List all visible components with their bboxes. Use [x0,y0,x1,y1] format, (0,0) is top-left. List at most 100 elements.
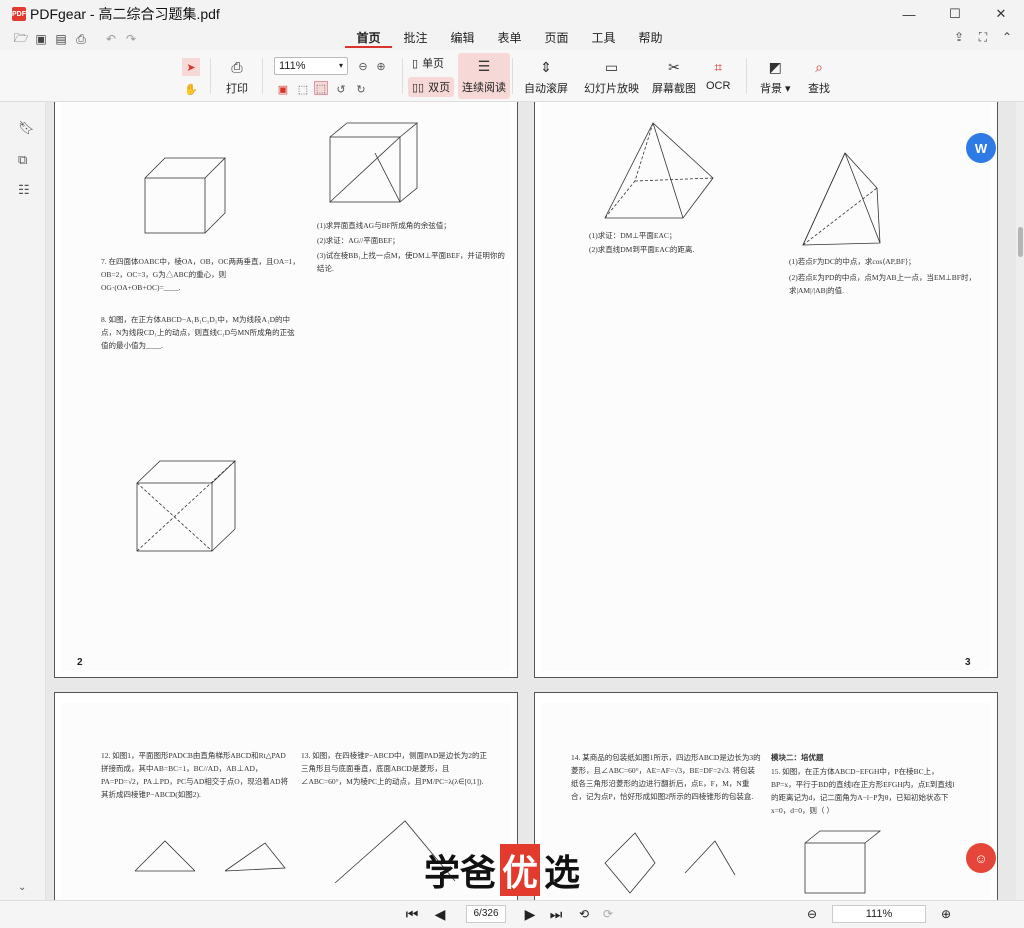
separator [402,58,403,94]
sidebar-collapse-icon[interactable]: ⌄ [18,882,32,896]
background-icon: ◩ [768,58,782,75]
actual-size-icon[interactable]: ▣ [276,82,290,96]
next-page-icon[interactable]: ▶ [522,906,538,922]
print-quick-icon[interactable]: ⎙ [74,32,88,46]
continuous-icon: ☰ [477,57,491,74]
zoom-value: 111% [279,60,306,72]
print-button[interactable]: ⎙ 打印 [226,58,248,96]
open-folder-icon[interactable]: 🗁 [14,31,29,46]
zoom-out-icon[interactable]: ⊖ [356,59,370,73]
undo-icon[interactable]: ↶ [104,32,118,46]
page-number: 2 [77,657,83,668]
auto-scroll-label: 自动滚屏 [524,83,568,95]
single-page-label: 单页 [422,58,445,70]
tab-home[interactable]: 首页 [345,28,392,48]
bookmark-icon[interactable]: 🔖︎ [18,120,35,135]
left-sidebar: 🔖︎ ⧉ ☷ ⌄ [0,102,46,900]
screenshot-label: 屏幕截图 [652,83,696,95]
page-number-input[interactable]: 6/326 [466,905,506,923]
ai-assistant-icon[interactable]: ☺ [966,843,996,873]
last-page-icon[interactable]: ⏭ [548,906,564,922]
rotate-right-icon[interactable]: ↻ [354,82,368,96]
single-page-button[interactable]: ▯ 单页 [412,55,444,71]
chevron-down-icon: ▾ [338,61,343,70]
go-forward-icon[interactable]: ⟳ [600,906,616,922]
p2-subq-1: (1)求异面直线AG与BF所成角的余弦值； [317,221,451,230]
search-button[interactable]: ⌕ 查找 [808,58,830,96]
ocr-button[interactable]: ⌗ OCR [706,58,731,93]
double-page-label: 双页 [428,82,451,94]
first-page-icon[interactable]: ⏮ [404,906,420,922]
tab-help[interactable]: 帮助 [627,28,674,48]
select-tool-icon[interactable]: ➤ [182,58,200,76]
comments-icon[interactable]: ☷ [18,182,32,197]
printer-icon: ⎙ [231,58,243,75]
menu-tabs: 首页 批注 编辑 表单 页面 工具 帮助 [345,28,674,48]
question-7: 7. 在四面体OABC中，棱OA，OB，OC两两垂直，且OA=1，OB=2，OC… [101,257,300,292]
separator [262,58,263,94]
tab-form[interactable]: 表单 [486,28,533,48]
page-figures [136,122,419,552]
zoom-select[interactable]: 111% ▾ [274,57,348,75]
rotate-left-icon[interactable]: ↺ [334,82,348,96]
p2-subq-3: (3)试在棱BB₁上找一点M，使DM⊥平面BEF，并证明你的结论. [317,251,505,273]
continuous-read-button[interactable]: ☰ 连续阅读 [458,53,510,99]
window-title: PDFgear - 高二综合习题集.pdf [30,6,220,22]
double-page-icon: ▯▯ [412,81,425,94]
tab-page[interactable]: 页面 [533,28,580,48]
pdf-page: 14. 某商品的包装纸如图1所示，四边形ABCD是边长为3的菱形，且∠ABC=6… [534,692,998,900]
zoom-out-bottom-icon[interactable]: ⊖ [804,906,820,922]
minimize-button[interactable]: — [886,0,932,28]
slideshow-button[interactable]: ▭ 幻灯片放映 [584,58,639,96]
print-label: 打印 [226,83,248,95]
ocr-label: OCR [706,80,731,92]
scrollbar-thumb[interactable] [1018,227,1023,257]
background-button[interactable]: ◩ 背景 ▾ [760,58,791,96]
document-viewer[interactable]: 7. 在四面体OABC中，棱OA，OB，OC两两垂直，且OA=1，OB=2，OC… [46,102,1016,900]
auto-scroll-icon: ⇕ [540,58,552,75]
pdf-page: (1)求证：DM⊥平面EAC； (2)求直线DM到平面EAC的距离. (1)若点… [534,102,998,678]
fit-page-icon[interactable]: ⬚ [296,82,310,96]
zoom-input[interactable]: 111% [832,905,926,923]
auto-scroll-button[interactable]: ⇕ 自动滚屏 [524,58,568,96]
vertical-scrollbar[interactable] [1016,102,1024,900]
p3-subq-r2: (2)若点E为PD的中点，点M为AB上一点，当EM⊥BF时，求|AM|/|AB|… [789,273,976,295]
prev-page-icon[interactable]: ◀ [432,906,448,922]
collapse-ribbon-icon[interactable]: ⌃ [1000,30,1014,44]
zoom-in-icon[interactable]: ⊕ [374,59,388,73]
zoom-in-bottom-icon[interactable]: ⊕ [938,906,954,922]
p3-subq-2: (2)求直线DM到平面EAC的距离. [589,245,695,254]
watermark-part1: 学爸 [424,852,497,894]
convert-to-word-icon[interactable]: W [966,133,996,163]
fit-width-icon[interactable]: ⬚ [314,81,328,95]
tab-edit[interactable]: 编辑 [439,28,486,48]
fullscreen-icon[interactable]: ⛶ [976,30,990,44]
watermark-logo: 学爸 优 选 [424,844,580,896]
separator [210,58,211,94]
share-icon[interactable]: ⇪ [952,30,966,44]
save-icon[interactable]: ▣ [34,32,48,46]
single-page-icon: ▯ [412,57,419,70]
ribbon-toolbar: ➤ ✋ ⎙ 打印 111% ▾ ⊖ ⊕ ▣ ⬚ ⬚ ↺ ↻ ▯ 单页 ▯▯ 双页… [0,50,1024,102]
maximize-button[interactable]: ☐ [932,0,978,28]
close-button[interactable]: ✕ [978,0,1024,28]
save-as-icon[interactable]: ▤ [54,32,68,46]
separator [746,58,747,94]
page-figures [604,830,882,894]
tab-tools[interactable]: 工具 [580,28,627,48]
question-8: 8. 如图，在正方体ABCD−A₁B₁C₁D₁中，M为线段A₁D的中点，N为线段… [101,315,295,350]
scissors-icon: ✂ [668,58,680,75]
screenshot-button[interactable]: ✂ 屏幕截图 [652,58,696,96]
hand-tool-icon[interactable]: ✋ [184,82,198,96]
p3-subq-r1: (1)若点F为DC的中点，求cos⟨AP,BF⟩； [789,257,916,266]
redo-icon[interactable]: ↷ [124,32,138,46]
tab-annotate[interactable]: 批注 [392,28,439,48]
status-bar: ⏮ ◀ 6/326 ▶ ⏭ ⟲ ⟳ ⊖ 111% ⊕ [0,900,1024,928]
thumbnails-icon[interactable]: ⧉ [18,152,32,167]
slideshow-label: 幻灯片放映 [584,83,639,95]
double-page-button[interactable]: ▯▯ 双页 [408,77,455,97]
go-back-icon[interactable]: ⟲ [576,906,592,922]
menu-bar: 🗁 ▣ ▤ ⎙ ↶ ↷ 首页 批注 编辑 表单 页面 工具 帮助 ⇪ ⛶ ⌃ [0,28,1024,50]
app-logo-icon: PDF [12,7,26,21]
slideshow-icon: ▭ [604,58,619,75]
